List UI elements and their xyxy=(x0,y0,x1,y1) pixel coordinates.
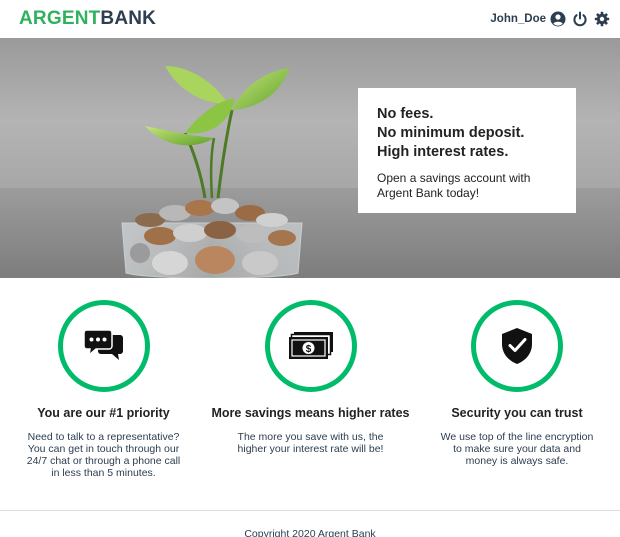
feature-title: Security you can trust xyxy=(451,406,583,420)
feature-icon-circle: $ xyxy=(264,300,357,392)
hero-subtext: Open a savings account with Argent Bank … xyxy=(377,171,531,200)
feature-title: More savings means higher rates xyxy=(211,406,410,420)
argent-bank-logo[interactable]: ARGENTBANK xyxy=(19,9,156,29)
nav-user-area: John_Doe xyxy=(490,10,610,28)
feature-item-savings: $ More savings means higher rates The mo… xyxy=(207,300,414,455)
feature-icon-circle xyxy=(57,300,150,392)
shield-icon xyxy=(502,328,532,364)
feature-item-security: Security you can trust We use top of the… xyxy=(414,300,620,467)
hero-promo-card: No fees. No minimum deposit. High intere… xyxy=(358,88,576,213)
money-icon: $ xyxy=(288,332,333,359)
logo-text-argent: ARGENT xyxy=(19,8,101,29)
feature-item-priority: You are our #1 priority Need to talk to … xyxy=(0,300,207,479)
footer-copyright: Copyright 2020 Argent Bank xyxy=(244,528,376,537)
feature-text: We use top of the line encryption to mak… xyxy=(440,431,594,467)
feature-text: The more you save with us, the higher yo… xyxy=(237,431,384,455)
hero-headline-1: No fees. xyxy=(377,106,434,122)
gear-icon[interactable] xyxy=(594,11,610,27)
hero-headline-3: High interest rates. xyxy=(377,144,509,160)
main-nav: ARGENTBANK John_Doe xyxy=(0,0,620,38)
hero-banner: No fees. No minimum deposit. High intere… xyxy=(0,38,620,278)
feature-title: You are our #1 priority xyxy=(37,406,170,420)
chat-icon xyxy=(83,329,123,360)
logo-text-bank: BANK xyxy=(100,8,157,29)
feature-icon-circle xyxy=(471,300,563,392)
power-icon[interactable] xyxy=(572,11,588,27)
username-link[interactable]: John_Doe xyxy=(490,10,546,28)
hero-headline-2: No minimum deposit. xyxy=(377,125,525,141)
footer-divider xyxy=(0,510,620,511)
feature-text: Need to talk to a representative? You ca… xyxy=(26,431,181,479)
svg-text:$: $ xyxy=(305,344,311,355)
user-circle-icon[interactable] xyxy=(550,11,566,27)
